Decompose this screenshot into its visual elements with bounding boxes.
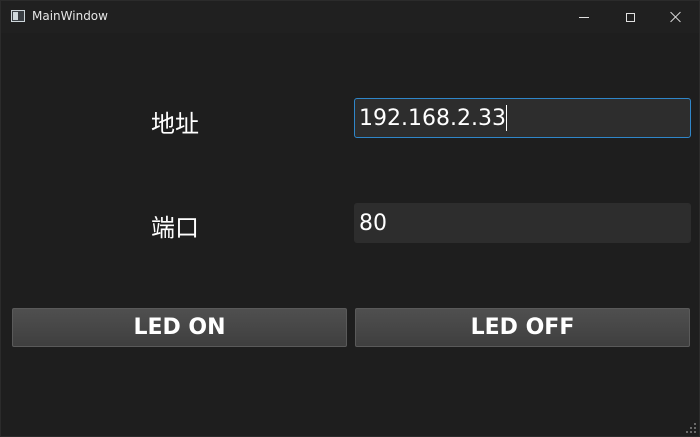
minimize-icon [579,16,589,18]
port-label: 端口 [151,214,199,242]
address-input-value: 192.168.2.33 [359,105,506,131]
maximize-button[interactable] [607,1,653,33]
close-button[interactable] [653,1,699,33]
title-bar[interactable]: MainWindow [1,1,699,33]
app-window-icon [11,10,25,22]
led-on-button[interactable]: LED ON [12,308,347,347]
main-window: MainWindow 地址 192.168.2.33 端口 80 LED ON … [0,0,700,437]
resize-grip-icon[interactable] [686,423,696,433]
maximize-icon [625,12,635,22]
led-off-button[interactable]: LED OFF [355,308,690,347]
window-title: MainWindow [32,9,108,23]
address-label: 地址 [151,110,199,138]
text-caret [505,105,507,131]
port-input-value: 80 [359,210,387,236]
port-input[interactable]: 80 [354,203,691,243]
address-input[interactable]: 192.168.2.33 [354,98,691,138]
close-icon [670,11,682,23]
minimize-button[interactable] [561,1,607,33]
